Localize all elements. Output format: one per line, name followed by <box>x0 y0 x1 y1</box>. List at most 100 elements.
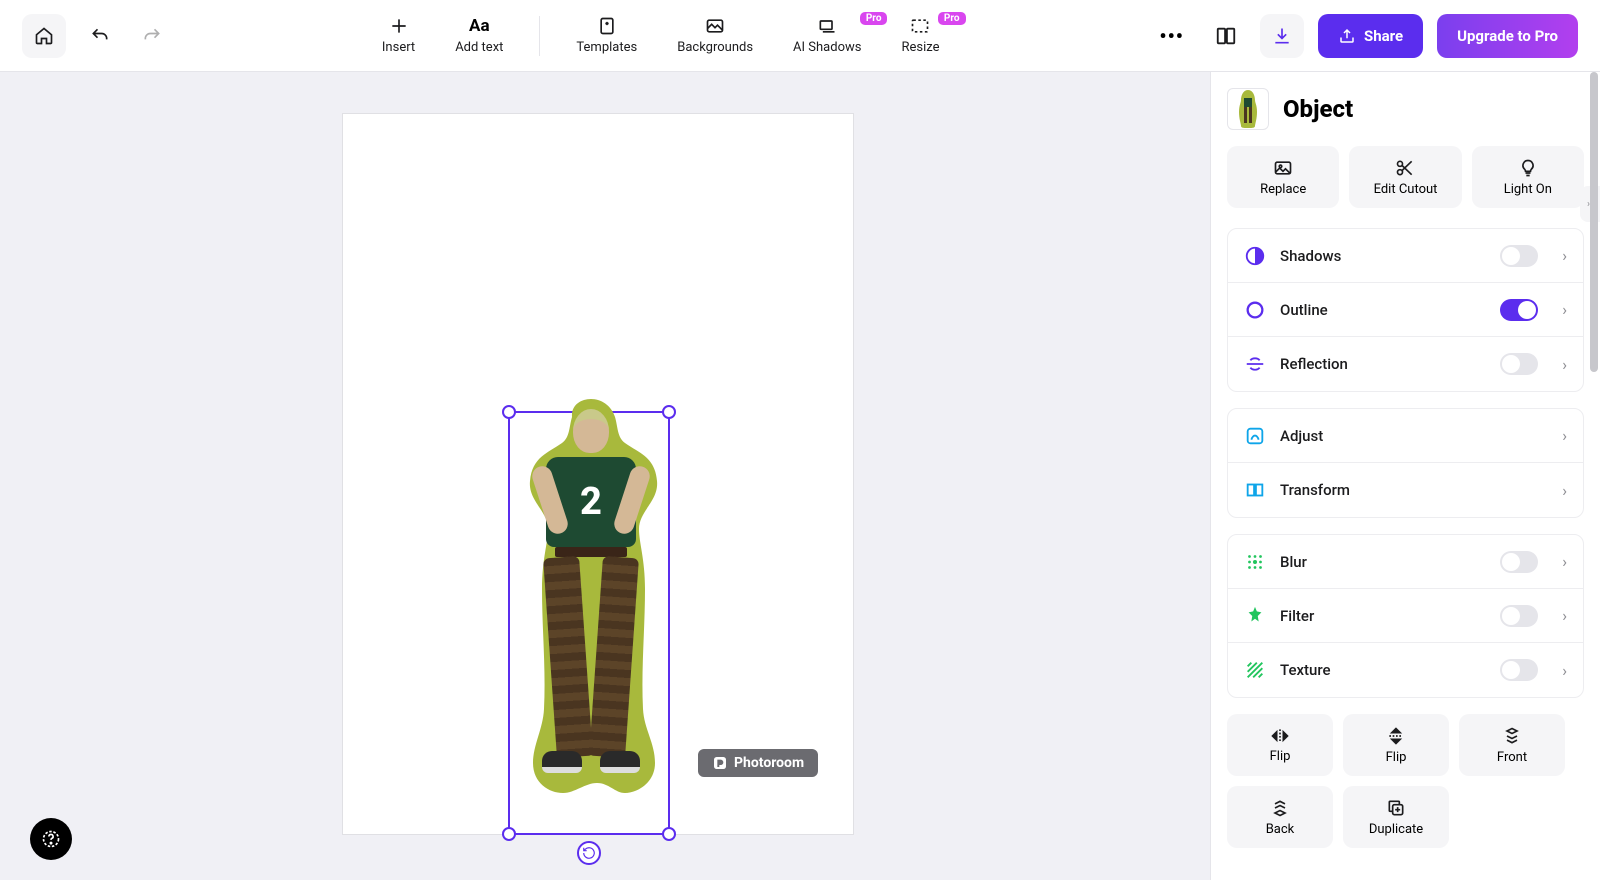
templates-icon <box>597 16 617 36</box>
pro-badge: Pro <box>860 12 888 25</box>
object-cutout[interactable]: 2 <box>514 397 668 833</box>
resize-handle-br[interactable] <box>662 827 676 841</box>
person-figure: 2 <box>536 409 646 809</box>
section-effects: Shadows › Outline › Reflection › <box>1227 228 1584 392</box>
transform-icon <box>1244 479 1266 501</box>
toggle-blur[interactable] <box>1500 551 1538 573</box>
watermark: Photoroom <box>698 749 818 777</box>
row-transform-label: Transform <box>1280 481 1538 499</box>
artboard[interactable]: 2 Photoroom <box>343 114 853 834</box>
toggle-outline[interactable] <box>1500 299 1538 321</box>
section-transform: Adjust › Transform › <box>1227 408 1584 518</box>
row-texture[interactable]: Texture › <box>1228 643 1583 697</box>
tile-replace[interactable]: Replace <box>1227 146 1339 208</box>
more-button[interactable]: ••• <box>1151 20 1192 52</box>
object-thumbnail[interactable] <box>1227 88 1269 130</box>
download-button[interactable] <box>1260 14 1304 58</box>
rotate-icon <box>582 846 596 860</box>
tile-light-on-label: Light On <box>1504 182 1552 197</box>
row-blur-label: Blur <box>1280 553 1486 571</box>
action-back[interactable]: Back <box>1227 786 1333 848</box>
tile-replace-label: Replace <box>1260 182 1306 197</box>
chevron-right-icon: › <box>1562 481 1567 500</box>
tool-resize[interactable]: Pro Resize <box>897 16 943 56</box>
tool-insert[interactable]: Insert <box>378 16 419 56</box>
share-button[interactable]: Share <box>1318 14 1423 58</box>
row-filter-label: Filter <box>1280 607 1486 625</box>
resize-handle-bl[interactable] <box>502 827 516 841</box>
compare-button[interactable] <box>1206 16 1246 56</box>
home-button[interactable] <box>22 14 66 58</box>
share-label: Share <box>1364 27 1403 45</box>
image-icon <box>1273 158 1293 178</box>
panel-header: Object <box>1227 88 1584 130</box>
resize-handle-tl[interactable] <box>502 405 516 419</box>
selection-box[interactable]: 2 <box>508 411 670 835</box>
chevron-right-icon: › <box>1562 426 1567 445</box>
chevron-right-icon: › <box>1562 661 1567 680</box>
tile-edit-cutout[interactable]: Edit Cutout <box>1349 146 1461 208</box>
shadows-icon <box>1244 245 1266 267</box>
watermark-label: Photoroom <box>734 755 804 771</box>
row-texture-label: Texture <box>1280 661 1486 679</box>
compare-icon <box>1215 25 1237 47</box>
ai-shadows-icon <box>817 16 837 36</box>
reflection-icon <box>1244 353 1266 375</box>
tool-ai-shadows[interactable]: Pro AI Shadows <box>789 16 865 56</box>
tile-row: Replace Edit Cutout Light On <box>1227 146 1584 208</box>
tool-backgrounds[interactable]: Backgrounds <box>673 16 757 56</box>
undo-button[interactable] <box>82 18 118 54</box>
row-outline[interactable]: Outline › <box>1228 283 1583 337</box>
side-panel: Object ›‹ Replace Edit Cutout Light On S… <box>1210 72 1600 880</box>
toggle-filter[interactable] <box>1500 605 1538 627</box>
row-filter[interactable]: Filter › <box>1228 589 1583 643</box>
tool-templates[interactable]: Templates <box>572 16 641 56</box>
flip-vertical-icon <box>1387 726 1405 746</box>
adjust-icon <box>1244 425 1266 447</box>
filter-icon <box>1244 605 1266 627</box>
row-reflection[interactable]: Reflection › <box>1228 337 1583 391</box>
panel-title: Object <box>1283 95 1353 123</box>
plus-icon <box>389 16 409 36</box>
redo-button[interactable] <box>134 18 170 54</box>
back-icon <box>1270 798 1290 818</box>
action-front[interactable]: Front <box>1459 714 1565 776</box>
backgrounds-icon <box>705 16 725 36</box>
tool-ai-shadows-label: AI Shadows <box>793 40 861 55</box>
action-flip-horizontal[interactable]: Flip <box>1227 714 1333 776</box>
canvas-area[interactable]: 2 Photoroom <box>0 72 1210 880</box>
chevron-right-icon: › <box>1562 246 1567 265</box>
row-reflection-label: Reflection <box>1280 355 1486 373</box>
tool-add-text[interactable]: Aa Add text <box>451 16 507 56</box>
resize-handle-tr[interactable] <box>662 405 676 419</box>
toolbar-divider <box>539 16 540 56</box>
action-duplicate[interactable]: Duplicate <box>1343 786 1449 848</box>
chevron-right-icon: › <box>1562 606 1567 625</box>
help-button[interactable] <box>30 818 72 860</box>
tile-edit-cutout-label: Edit Cutout <box>1374 182 1438 197</box>
chevron-right-icon: › <box>1562 552 1567 571</box>
jersey-number: 2 <box>580 480 602 524</box>
tile-light-on[interactable]: Light On <box>1472 146 1584 208</box>
photoroom-logo-icon <box>712 755 728 771</box>
blur-icon <box>1244 551 1266 573</box>
resize-icon <box>910 16 930 36</box>
row-adjust[interactable]: Adjust › <box>1228 409 1583 463</box>
upgrade-button[interactable]: Upgrade to Pro <box>1437 14 1578 58</box>
action-back-label: Back <box>1266 822 1295 837</box>
tool-insert-label: Insert <box>382 40 415 55</box>
row-blur[interactable]: Blur › <box>1228 535 1583 589</box>
rotate-handle[interactable] <box>577 841 601 865</box>
pro-badge: Pro <box>938 12 966 25</box>
action-front-label: Front <box>1497 750 1527 765</box>
action-flip-vertical[interactable]: Flip <box>1343 714 1449 776</box>
toggle-reflection[interactable] <box>1500 353 1538 375</box>
toggle-shadows[interactable] <box>1500 245 1538 267</box>
scrollbar-thumb[interactable] <box>1590 72 1598 372</box>
row-transform[interactable]: Transform › <box>1228 463 1583 517</box>
workspace: 2 Photoroom <box>0 72 1600 880</box>
row-shadows-label: Shadows <box>1280 247 1486 265</box>
action-flip-v-label: Flip <box>1386 750 1407 765</box>
toggle-texture[interactable] <box>1500 659 1538 681</box>
row-shadows[interactable]: Shadows › <box>1228 229 1583 283</box>
